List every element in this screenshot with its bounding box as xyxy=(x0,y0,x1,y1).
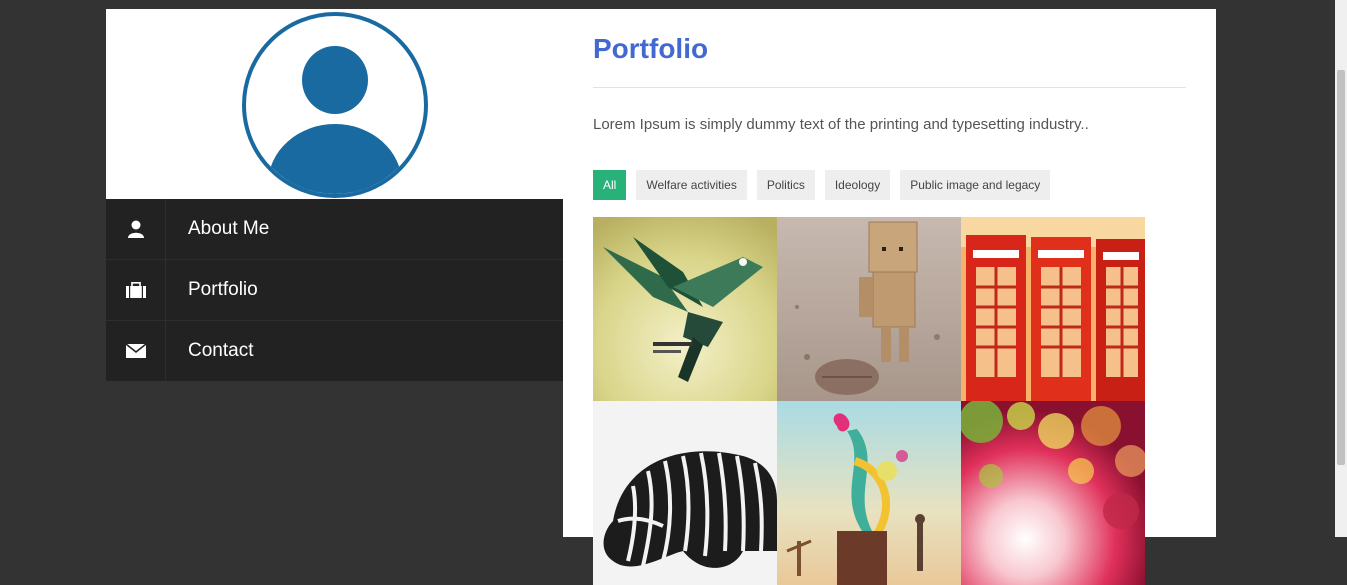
profile-header xyxy=(106,9,563,199)
nav-item-label: Contact xyxy=(188,340,254,361)
portfolio-item-paint-splash[interactable] xyxy=(777,401,961,585)
filter-politics[interactable]: Politics xyxy=(756,170,815,200)
user-icon xyxy=(106,199,166,259)
briefcase-icon xyxy=(106,260,166,320)
portfolio-item-phone-booths[interactable] xyxy=(961,217,1145,401)
filter-public-image[interactable]: Public image and legacy xyxy=(900,170,1051,200)
page-container: About Me Portfolio Contact Portfolio Lor… xyxy=(106,9,1216,585)
nav-item-portfolio[interactable]: Portfolio xyxy=(106,260,563,321)
envelope-icon xyxy=(106,321,166,381)
portfolio-item-hummingbird[interactable] xyxy=(593,217,777,401)
main-nav: About Me Portfolio Contact xyxy=(106,199,563,381)
filter-all[interactable]: All xyxy=(593,170,627,200)
portfolio-item-bokeh[interactable] xyxy=(961,401,1145,585)
page-description: Lorem Ipsum is simply dummy text of the … xyxy=(593,116,1089,133)
nav-item-label: About Me xyxy=(188,218,270,239)
scrollbar-thumb[interactable] xyxy=(1337,70,1345,465)
portfolio-item-cardboard-robot[interactable] xyxy=(777,217,961,401)
page-title: Portfolio xyxy=(593,33,709,64)
divider xyxy=(593,87,1186,88)
page-scrollbar[interactable] xyxy=(1335,0,1347,537)
nav-item-contact[interactable]: Contact xyxy=(106,321,563,381)
portfolio-grid xyxy=(593,217,1145,585)
nav-item-about-me[interactable]: About Me xyxy=(106,199,563,260)
sidebar: About Me Portfolio Contact xyxy=(106,9,563,537)
portfolio-item-zebra[interactable] xyxy=(593,401,777,585)
avatar xyxy=(242,12,428,198)
filter-ideology[interactable]: Ideology xyxy=(824,170,891,200)
filter-welfare-activities[interactable]: Welfare activities xyxy=(636,170,747,200)
main-content: Portfolio Lorem Ipsum is simply dummy te… xyxy=(593,9,1186,585)
portfolio-filters: All Welfare activities Politics Ideology… xyxy=(593,170,1186,200)
nav-item-label: Portfolio xyxy=(188,279,258,300)
